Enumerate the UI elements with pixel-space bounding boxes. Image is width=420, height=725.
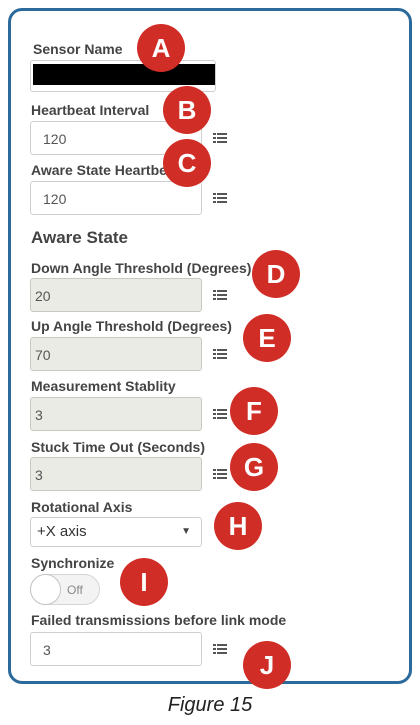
aware-heartbeat-label: Aware State Heartbeat <box>31 162 180 178</box>
list-icon[interactable] <box>213 469 227 480</box>
callout-marker-i: I <box>120 558 168 606</box>
stuck-timeout-label: Stuck Time Out (Seconds) <box>31 439 205 455</box>
rotational-axis-select[interactable]: +X axis ▼ <box>30 517 202 547</box>
toggle-knob <box>30 574 61 605</box>
down-angle-label: Down Angle Threshold (Degrees) <box>31 260 252 276</box>
stuck-timeout-input[interactable]: 3 <box>30 457 202 491</box>
rotational-axis-label: Rotational Axis <box>31 499 133 515</box>
failed-transmissions-input[interactable]: 3 <box>30 632 202 666</box>
failed-transmissions-label: Failed transmissions before link mode <box>31 612 287 628</box>
list-icon[interactable] <box>213 409 227 420</box>
toggle-state-text: Off <box>67 583 83 597</box>
aware-heartbeat-input[interactable]: 120 <box>30 181 202 215</box>
callout-marker-f: F <box>230 387 278 435</box>
rotational-axis-value: +X axis <box>37 523 87 540</box>
callout-marker-c: C <box>163 139 211 187</box>
redacted-sensor-name <box>33 64 215 85</box>
callout-marker-e: E <box>243 314 291 362</box>
list-icon[interactable] <box>213 349 227 360</box>
heartbeat-interval-label: Heartbeat Interval <box>31 102 150 118</box>
callout-marker-h: H <box>214 502 262 550</box>
callout-marker-b: B <box>163 86 211 134</box>
sensor-name-label: Sensor Name <box>33 41 123 57</box>
synchronize-toggle[interactable]: Off <box>30 574 100 605</box>
stability-label: Measurement Stablity <box>31 378 176 394</box>
aware-state-title: Aware State <box>31 228 129 247</box>
callout-marker-j: J <box>243 641 291 689</box>
up-angle-label: Up Angle Threshold (Degrees) <box>31 318 232 334</box>
stability-input[interactable]: 3 <box>30 397 202 431</box>
figure-caption: Figure 15 <box>167 694 253 716</box>
list-icon[interactable] <box>213 133 227 144</box>
callout-marker-d: D <box>252 250 300 298</box>
callout-marker-g: G <box>230 443 278 491</box>
synchronize-label: Synchronize <box>31 555 115 571</box>
up-angle-input[interactable]: 70 <box>30 337 202 371</box>
list-icon[interactable] <box>213 290 227 301</box>
down-angle-input[interactable]: 20 <box>30 278 202 312</box>
chevron-down-icon: ▼ <box>181 526 191 537</box>
callout-marker-a: A <box>137 24 185 72</box>
list-icon[interactable] <box>213 193 227 204</box>
list-icon[interactable] <box>213 644 227 655</box>
